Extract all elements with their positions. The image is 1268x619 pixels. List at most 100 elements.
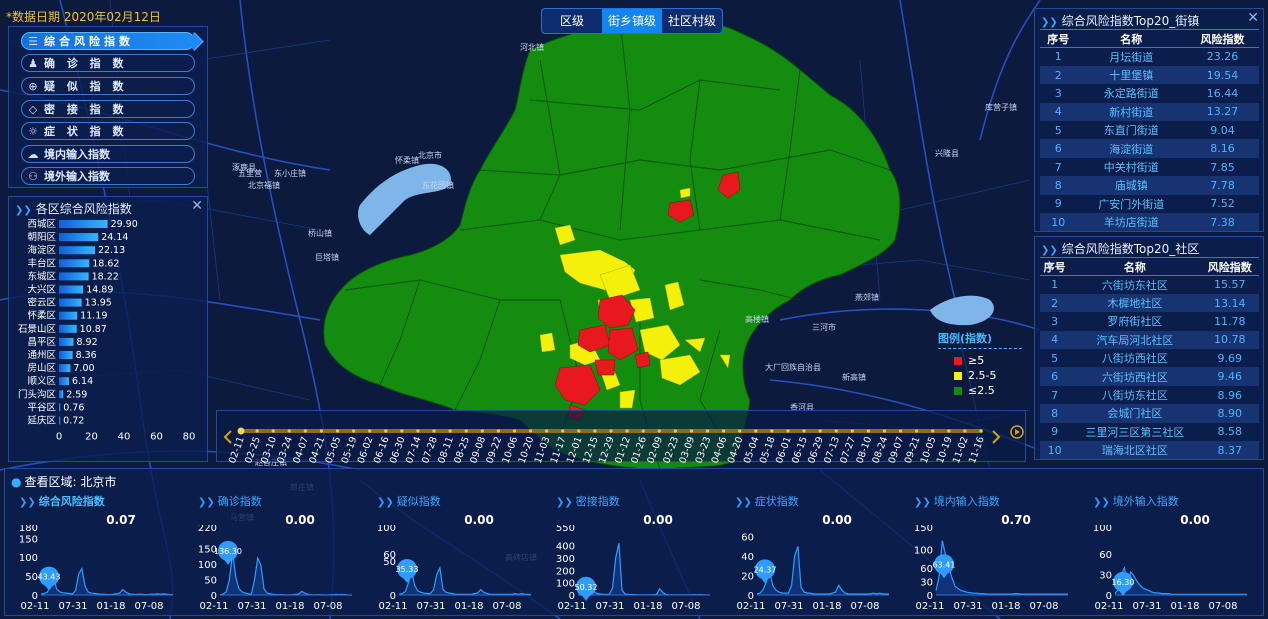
menu-item-overseas-import[interactable]: ⚇ 境外输入指数 xyxy=(21,167,195,185)
timeline-tick[interactable] xyxy=(303,429,307,433)
timeline-tick[interactable] xyxy=(255,429,259,433)
timeline-tick[interactable] xyxy=(625,429,629,433)
bar[interactable] xyxy=(59,416,61,425)
peak-marker[interactable]: 63.41 xyxy=(933,554,956,579)
table-row[interactable]: 7 中关村街道 7.85 xyxy=(1040,158,1259,176)
timeline-tick[interactable] xyxy=(931,429,935,433)
table-row[interactable]: 6 海淀街道 8.16 xyxy=(1040,139,1259,158)
timeline-tick[interactable] xyxy=(448,429,452,433)
timeline-tick[interactable] xyxy=(947,429,951,433)
series-line[interactable] xyxy=(577,542,710,596)
table-row[interactable]: 1 六街坊东社区 15.57 xyxy=(1040,276,1259,294)
timeline-tick[interactable] xyxy=(898,429,903,433)
timeline-tick[interactable] xyxy=(496,429,500,433)
timeline-tick[interactable] xyxy=(368,429,372,433)
bar[interactable] xyxy=(59,403,61,412)
timeline-tick[interactable] xyxy=(480,429,484,433)
timeline-tick[interactable] xyxy=(271,429,275,433)
time-slider[interactable]: 02-11 02-25 03-10 03-24 04-07 04-21 05-05 05-19… xyxy=(216,410,1026,463)
tab-district-level[interactable]: 区级 xyxy=(542,9,602,33)
bar[interactable] xyxy=(59,285,84,294)
mini-chart-title[interactable]: ❯❯ 境内输入指数 xyxy=(914,493,1000,509)
timeline-tick[interactable] xyxy=(689,429,694,433)
timeline-tick[interactable] xyxy=(641,429,645,433)
table-row[interactable]: 5 东直门街道 9.04 xyxy=(1040,121,1259,139)
timeline-tick[interactable] xyxy=(802,429,806,433)
timeline-tick[interactable] xyxy=(593,429,597,433)
table-row[interactable]: 10 羊坊店街道 7.38 xyxy=(1040,213,1259,232)
bar[interactable] xyxy=(59,351,73,359)
timeline-tick[interactable] xyxy=(609,429,613,433)
timeline-tick[interactable] xyxy=(850,429,854,433)
bar[interactable] xyxy=(59,233,99,242)
mini-chart-title[interactable]: ❯❯ 综合风险指数 xyxy=(19,493,105,509)
bar[interactable] xyxy=(59,272,89,281)
timeline-tick[interactable] xyxy=(963,429,967,433)
bar[interactable] xyxy=(59,377,69,386)
table-row[interactable]: 2 木樨地社区 13.14 xyxy=(1040,293,1259,313)
timeline-tick[interactable] xyxy=(352,429,356,433)
timeline-tick[interactable] xyxy=(834,429,838,433)
mini-chart-overseas[interactable]: ❯❯ 境外输入指数 0.00 0 30 60 100 02-11 07-31 01-18 07-08… xyxy=(1085,489,1253,615)
timeline-tick[interactable] xyxy=(882,429,887,433)
menu-item-close-contact[interactable]: ◇ 密 接 指 数 xyxy=(21,100,195,118)
timeline-tick[interactable] xyxy=(577,429,581,433)
timeline-tick[interactable] xyxy=(416,429,420,433)
tab-street-level[interactable]: 街乡镇级 xyxy=(602,9,662,33)
tab-community-level[interactable]: 社区村级 xyxy=(662,9,722,33)
menu-item-suspected[interactable]: ⊕ 疑 似 指 数 xyxy=(21,77,195,95)
table-row[interactable]: 6 六街坊西社区 9.46 xyxy=(1040,367,1259,386)
timeline-tick[interactable] xyxy=(915,429,919,433)
timeline-tick[interactable] xyxy=(464,429,468,433)
series-line[interactable] xyxy=(398,565,531,595)
timeline-tick[interactable] xyxy=(770,429,774,433)
timeline-prev-icon[interactable] xyxy=(223,430,232,444)
table-row[interactable]: 4 汽车局河北社区 10.78 xyxy=(1040,330,1259,350)
timeline-next-icon[interactable] xyxy=(992,430,1001,444)
series-line[interactable] xyxy=(756,546,889,595)
bar[interactable] xyxy=(59,298,82,307)
timeline-handle[interactable] xyxy=(237,427,245,435)
mini-chart-close-contact[interactable]: ❯❯ 密接指数 0.00 0 100 200 300 400 550 02-11 07-31 01-1… xyxy=(548,489,716,615)
bar[interactable] xyxy=(59,337,74,346)
table-row[interactable]: 5 八街坊西社区 9.69 xyxy=(1040,349,1259,367)
table-row[interactable]: 8 会城门社区 8.90 xyxy=(1040,404,1259,423)
close-icon[interactable]: ✕ xyxy=(191,198,203,214)
table-row[interactable]: 1 月坛街道 23.26 xyxy=(1040,48,1259,66)
mini-chart-title[interactable]: ❯❯ 密接指数 xyxy=(556,493,620,509)
timeline-tick[interactable] xyxy=(384,429,388,433)
mini-chart-comprehensive[interactable]: ❯❯ 综合风险指数 0.07 0 50 100 150 180 02-11 07-31 01-18 0… xyxy=(11,489,179,615)
table-row[interactable]: 3 永定路街道 16.44 xyxy=(1040,84,1259,102)
timeline-tick[interactable] xyxy=(287,429,291,433)
timeline-tick[interactable] xyxy=(786,429,790,433)
timeline-tick[interactable] xyxy=(512,429,517,433)
bar[interactable] xyxy=(59,246,95,255)
timeline-tick[interactable] xyxy=(561,429,565,433)
menu-item-symptom[interactable]: ☼ 症 状 指 数 xyxy=(21,122,195,140)
timeline-tick[interactable] xyxy=(545,429,549,433)
mini-chart-title[interactable]: ❯❯ 境外输入指数 xyxy=(1093,493,1179,509)
table-row[interactable]: 10 瑞海北区社区 8.37 xyxy=(1040,441,1259,460)
peak-marker[interactable]: 50.32 xyxy=(575,576,598,601)
timeline-tick[interactable] xyxy=(432,429,436,433)
mini-chart-domestic[interactable]: ❯❯ 境内输入指数 0.70 0 30 60 100 150 02-11 07-31 01-18 07… xyxy=(906,489,1074,615)
timeline-tick[interactable] xyxy=(722,429,726,433)
series-line[interactable] xyxy=(219,552,352,596)
timeline-tick[interactable] xyxy=(754,429,758,433)
peak-marker[interactable]: 35.33 xyxy=(396,558,419,583)
table-row[interactable]: 2 十里堡镇 19.54 xyxy=(1040,65,1259,85)
timeline-tick[interactable] xyxy=(673,429,677,433)
timeline-tick[interactable] xyxy=(818,429,822,433)
bar[interactable] xyxy=(59,311,78,320)
timeline-tick[interactable] xyxy=(319,429,324,433)
menu-item-comprehensive-risk[interactable]: ☰ 综合风险指数 xyxy=(21,32,195,50)
table-row[interactable]: 9 三里河三区第三社区 8.58 xyxy=(1040,423,1259,441)
mini-chart-title[interactable]: ❯❯ 疑似指数 xyxy=(377,493,441,509)
mini-chart-symptom[interactable]: ❯❯ 症状指数 0.00 0 20 40 60 02-11 07-31 01-18 07-08 24.… xyxy=(727,489,895,615)
mini-chart-suspected[interactable]: ❯❯ 疑似指数 0.00 0 50 60 100 02-11 07-31 01-18 07-08 35… xyxy=(369,489,537,615)
bar[interactable] xyxy=(59,364,71,373)
table-row[interactable]: 3 罗府街社区 11.78 xyxy=(1040,312,1259,330)
timeline-tick[interactable] xyxy=(657,429,661,433)
table-row[interactable]: 7 八街坊东社区 8.96 xyxy=(1040,386,1259,404)
series-line[interactable] xyxy=(40,566,173,596)
